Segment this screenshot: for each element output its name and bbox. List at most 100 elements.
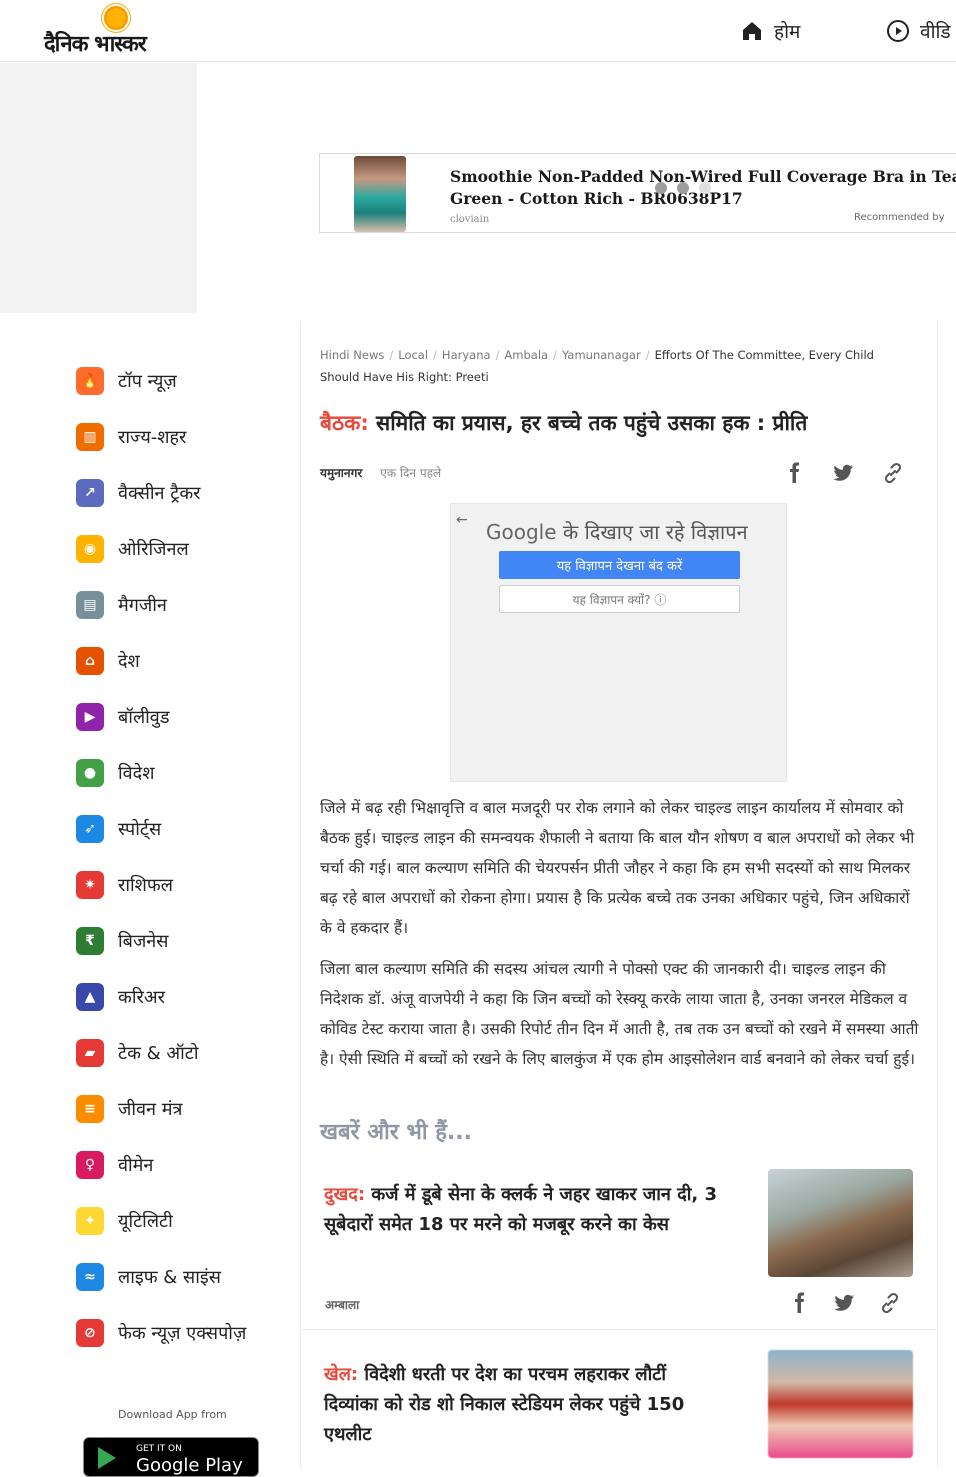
article-title-text: समिति का प्रयास, हर बच्चे तक पहुंचे उसका… [368,411,808,435]
link-icon[interactable] [881,461,905,485]
why-ad-button[interactable]: यह विज्ञापन क्यों? ⓘ [499,585,740,613]
ad-source: cloviain [450,214,490,225]
bulb-icon: ✦ [76,1207,104,1235]
twitter-icon[interactable] [832,1291,856,1315]
article-kicker: बैठक: [320,411,369,435]
sidebar-item-label: टॉप न्यूज़ [118,371,177,392]
sidebar-item-label: करिअर [118,987,165,1008]
sidebar-item[interactable]: ♀ वीमेन [76,1151,153,1179]
fire-icon: 🔥 [76,367,104,395]
sidebar-item-label: लाइफ & साइंस [118,1267,221,1288]
sidebar-item-label: बिजनेस [118,931,169,952]
play-circle-icon [887,20,909,42]
sun-logo-icon [104,6,128,30]
sidebar-item-label: फेक न्यूज़ एक्सपोज़ [118,1323,247,1344]
sidebar-item-label: वीमेन [118,1155,154,1176]
google-brand: Google [486,520,557,544]
sidebar-item[interactable]: ≈ लाइफ & साइंस [76,1263,221,1291]
gplay-line2: Google Play [136,1455,243,1476]
news-card-kicker: दुखद: [324,1184,366,1205]
google-ad-title: Google के दिखाए जा रहे विज्ञापन [486,518,748,545]
news-card-place[interactable]: अम्बाला [325,1296,359,1313]
news-card-title-text: कर्ज में डूबे सेना के क्लर्क ने जहर खाकर… [324,1184,718,1235]
magazine-icon: ▤ [76,591,104,619]
syringe-icon: ↗ [76,479,104,507]
sidebar-item[interactable]: ₹ बिजनेस [76,927,168,955]
sidebar-item[interactable]: ▰ टेक & ऑटो [76,1039,199,1067]
top-header: दैनिक भास्कर होम वीडि [0,0,956,62]
sidebar-item[interactable]: ⊘ फेक न्यूज़ एक्सपोज़ [76,1319,246,1347]
google-play-icon [98,1447,116,1469]
ad-thumbnail[interactable] [354,156,406,232]
sidebar-item-label: राशिफल [118,875,174,896]
recommended-ad-card[interactable]: Smoothie Non-Padded Non-Wired Full Cover… [319,153,956,233]
graduation-cap-icon: ▲ [76,983,104,1011]
stop-ad-button[interactable]: यह विज्ञापन देखना बंद करें [499,551,740,579]
sidebar-item[interactable]: ▲ करिअर [76,983,165,1011]
carousel-dot[interactable] [677,182,689,194]
lamp-icon: ◉ [76,535,104,563]
carousel-dot[interactable] [699,182,711,194]
clapper-icon: ▶ [76,703,104,731]
download-app-label: Download App from [118,1408,227,1421]
sidebar-item-label: ओरिजिनल [118,539,189,560]
sidebar-item-label: स्पोर्ट्स [118,819,162,840]
sidebar-item[interactable]: ⌂ देश [76,647,140,675]
gplay-line1: GET IT ON [136,1444,182,1454]
sidebar-item-label: राज्य-शहर [118,427,187,448]
rupee-icon: ₹ [76,927,104,955]
nav-video[interactable]: वीडि [886,18,951,44]
sidebar-item[interactable]: ≡ जीवन मंत्र [76,1095,182,1123]
news-card-title[interactable]: खेल: विदेशी धरती पर देश का परचम लहराकर ल… [324,1360,724,1450]
site-logo[interactable]: दैनिक भास्कर [44,6,189,57]
breadcrumb-haryana[interactable]: Haryana [442,348,491,362]
india-gate-icon: ⌂ [76,647,104,675]
sidebar-item[interactable]: 🔥 टॉप न्यूज़ [76,367,177,395]
sidebar-item[interactable]: ↗ वैक्सीन ट्रैकर [76,479,201,507]
car-icon: ▰ [76,1039,104,1067]
sidebar-item[interactable]: ▥ राज्य-शहर [76,423,186,451]
sidebar-item[interactable]: ➶ स्पोर्ट्स [76,815,161,843]
sidebar-item[interactable]: ◉ ओरिजिनल [76,535,189,563]
breadcrumb-hindi-news[interactable]: Hindi News [320,348,384,362]
sidebar-item[interactable]: ● विदेश [76,759,154,787]
google-ad-block: ← Google के दिखाए जा रहे विज्ञापन यह विज… [450,503,787,782]
google-ad-title-rest: के दिखाए जा रहे विज्ञापन [556,520,748,544]
globe-icon: ● [76,759,104,787]
nav-home[interactable]: होम [740,18,800,44]
sidebar-item-label: मैगजीन [118,595,167,616]
sidebar-item[interactable]: ▤ मैगजीन [76,591,167,619]
link-icon[interactable] [878,1291,902,1315]
facebook-icon[interactable] [787,1291,811,1315]
dna-icon: ≈ [76,1263,104,1291]
sidebar-item[interactable]: ✷ राशिफल [76,871,173,899]
runner-icon: ➶ [76,815,104,843]
breadcrumb-ambala[interactable]: Ambala [504,348,548,362]
zodiac-icon: ✷ [76,871,104,899]
google-play-badge[interactable]: GET IT ON Google Play [83,1437,259,1477]
sidebar-item[interactable]: ✦ यूटिलिटी [76,1207,173,1235]
sidebar-item-label: विदेश [118,763,155,784]
article-place[interactable]: यमुनानगर [320,464,362,481]
article-time: एक दिन पहले [380,466,442,480]
recommended-by[interactable]: Recommended by [854,212,945,223]
news-card-image[interactable] [768,1350,913,1458]
breadcrumb: Hindi News / Local / Haryana / Ambala / Yamunana… [320,348,874,384]
sidebar-item-label: जीवन मंत्र [118,1099,183,1120]
back-arrow-icon[interactable]: ← [456,512,468,528]
breadcrumb-local[interactable]: Local [398,348,428,362]
women-icon: ♀ [76,1151,104,1179]
nav-home-label: होम [774,21,801,43]
more-news-heading: खबरें और भी हैं... [320,1120,472,1145]
facebook-icon[interactable] [782,461,806,485]
twitter-icon[interactable] [831,461,855,485]
home-icon [743,22,761,40]
carousel-dot[interactable] [655,182,667,194]
sidebar-item-label: बॉलीवुड [118,707,170,728]
nav-video-label: वीडि [920,21,951,43]
news-card-title[interactable]: दुखद: कर्ज में डूबे सेना के क्लर्क ने जह… [324,1180,754,1240]
news-card-title-text: विदेशी धरती पर देश का परचम लहराकर लौटीं … [324,1364,685,1445]
news-card-image[interactable] [768,1169,913,1277]
sidebar-item[interactable]: ▶ बॉलीवुड [76,703,169,731]
breadcrumb-yamunanagar[interactable]: Yamunanagar [562,348,641,362]
